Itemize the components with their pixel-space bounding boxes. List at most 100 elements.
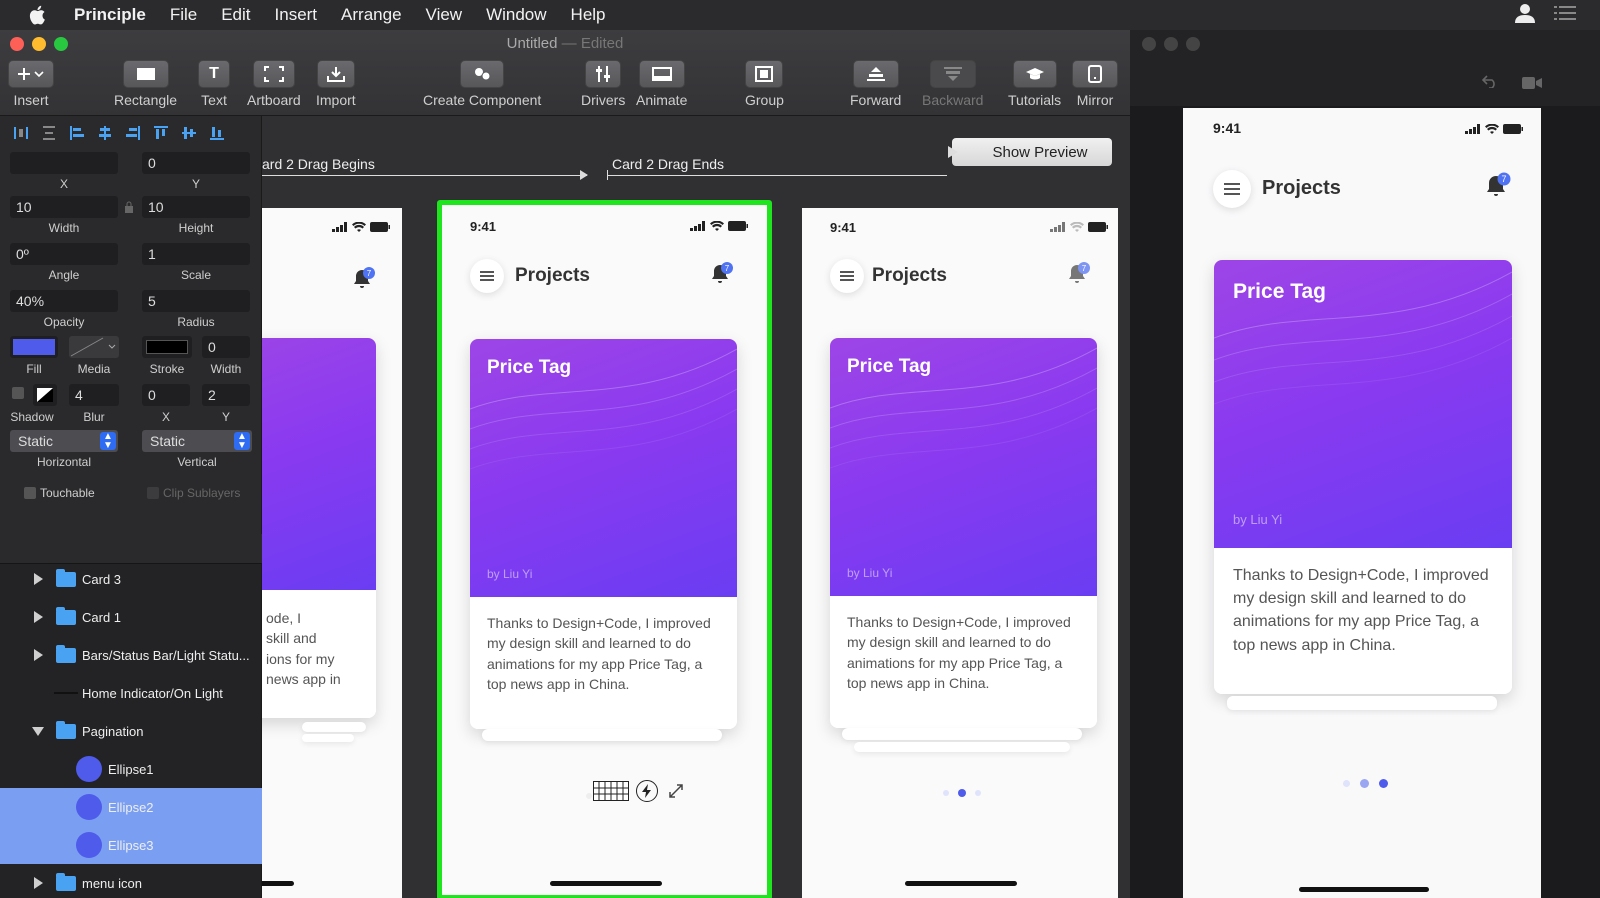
align-top-icon[interactable] <box>150 122 172 144</box>
layer-row-ellipse2[interactable]: Ellipse2 <box>0 788 262 826</box>
align-bottom-icon[interactable] <box>206 122 228 144</box>
scale-field[interactable]: 1 <box>142 243 250 265</box>
disclosure-triangle-icon[interactable] <box>34 877 43 889</box>
trigger-drag-ends[interactable]: Card 2 Drag Ends <box>612 156 724 172</box>
notification-list-icon[interactable] <box>1554 5 1576 26</box>
status-time: 9:41 <box>830 220 857 235</box>
undo-icon[interactable] <box>1481 74 1498 93</box>
menu-help[interactable]: Help <box>559 5 618 25</box>
preview-minimize-button[interactable] <box>1164 37 1178 51</box>
blur-field[interactable]: 4 <box>69 384 119 406</box>
preview-zoom-button[interactable] <box>1186 37 1200 51</box>
align-left-icon[interactable] <box>66 122 88 144</box>
disclosure-triangle-open-icon[interactable] <box>32 726 44 736</box>
stroke-color-swatch[interactable] <box>142 336 192 358</box>
stroke-width-field[interactable]: 0 <box>202 336 250 358</box>
card[interactable]: Price Tag by Liu Yi Thanks to Design+Cod… <box>1214 260 1512 694</box>
bell-icon[interactable]: 7 <box>1483 172 1511 205</box>
insert-button[interactable]: Insert <box>8 60 54 108</box>
tutorials-button[interactable]: Tutorials <box>1008 60 1061 108</box>
trigger-drag-begins[interactable]: ard 2 Drag Begins <box>262 156 375 172</box>
width-field[interactable]: 10 <box>10 196 118 218</box>
text-button[interactable]: T Text <box>198 60 230 108</box>
card[interactable]: Price Tag by Liu Yi Thanks to Design+Cod… <box>470 339 737 729</box>
import-button[interactable]: Import <box>316 60 356 108</box>
disclosure-triangle-icon[interactable] <box>34 649 43 661</box>
align-middle-icon[interactable] <box>178 122 200 144</box>
menu-view[interactable]: View <box>414 5 475 25</box>
disclosure-triangle-icon[interactable] <box>34 611 43 623</box>
svg-text:7: 7 <box>1082 264 1087 273</box>
fill-color-swatch[interactable] <box>10 336 58 358</box>
preview-device[interactable]: 9:41 Projects 7 Price Tag by Liu Yi Than… <box>1183 108 1541 898</box>
radius-field[interactable]: 5 <box>142 290 250 312</box>
canvas[interactable]: 7 ode, I skill and ions for my news app … <box>262 116 1130 898</box>
menu-app-principle[interactable]: Principle <box>62 5 158 25</box>
layer-row-ellipse1[interactable]: Ellipse1 <box>0 750 262 788</box>
align-center-horizontal-icon[interactable] <box>94 122 116 144</box>
menu-window[interactable]: Window <box>474 5 558 25</box>
menu-button[interactable] <box>470 259 504 293</box>
shadow-x-field[interactable]: 0 <box>142 384 190 406</box>
drivers-button[interactable]: Drivers <box>581 60 625 108</box>
menu-button[interactable] <box>830 259 864 293</box>
layer-row-home-indicator[interactable]: Home Indicator/On Light <box>0 674 262 712</box>
lock-icon[interactable] <box>124 200 134 218</box>
height-field[interactable]: 10 <box>142 196 250 218</box>
disclosure-triangle-icon[interactable] <box>34 573 43 585</box>
menu-insert[interactable]: Insert <box>263 5 330 25</box>
grid-icon[interactable] <box>593 781 629 801</box>
angle-field[interactable]: 0º <box>10 243 118 265</box>
card[interactable]: Price Tag by Liu Yi Thanks to Design+Cod… <box>830 338 1097 728</box>
align-right-icon[interactable] <box>122 122 144 144</box>
menu-arrange[interactable]: Arrange <box>329 5 413 25</box>
layer-row-ellipse3[interactable]: Ellipse3 <box>0 826 262 864</box>
distribute-horizontal-icon[interactable] <box>10 122 32 144</box>
menu-file[interactable]: File <box>158 5 209 25</box>
mirror-button[interactable]: Mirror <box>1072 60 1118 108</box>
battery-icon <box>1503 124 1523 134</box>
video-camera-icon[interactable] <box>1522 76 1542 94</box>
y-field[interactable]: 0 <box>142 152 250 174</box>
rectangle-button[interactable]: Rectangle <box>114 60 177 108</box>
artboard-button[interactable]: Artboard <box>247 60 301 108</box>
artboard-card-1[interactable]: 7 ode, I skill and ions for my news app … <box>262 208 402 898</box>
vertical-select[interactable]: Static ▲ ▼ <box>142 430 252 452</box>
x-field[interactable] <box>10 152 118 174</box>
artboard-card-2-selected[interactable]: 9:41 Projects 7 Price Tag by Liu Yi Than… <box>437 200 772 898</box>
preview-close-button[interactable] <box>1142 37 1156 51</box>
menu-edit[interactable]: Edit <box>209 5 262 25</box>
bell-icon[interactable]: 7 <box>708 261 734 292</box>
horizontal-select[interactable]: Static ▲ ▼ <box>10 430 118 452</box>
layer-row-status-bar[interactable]: Bars/Status Bar/Light Statu... <box>0 636 262 674</box>
touchable-checkbox[interactable] <box>24 487 36 499</box>
backward-button[interactable]: Backward <box>922 60 983 108</box>
layer-row-pagination[interactable]: Pagination <box>0 712 262 750</box>
shadow-color-swatch[interactable] <box>33 384 57 406</box>
shadow-checkbox[interactable] <box>12 387 24 399</box>
menu-button[interactable] <box>1213 170 1251 208</box>
card[interactable]: ode, I skill and ions for my news app in <box>262 338 376 718</box>
show-preview-button[interactable]: Show Preview <box>948 138 1112 166</box>
opacity-field[interactable]: 40% <box>10 290 118 312</box>
shadow-y-field[interactable]: 2 <box>202 384 250 406</box>
group-button[interactable]: Group <box>745 60 784 108</box>
create-component-button[interactable]: Create Component <box>423 60 541 108</box>
signal-icon <box>690 221 705 231</box>
media-swatch[interactable] <box>69 336 119 358</box>
animate-button[interactable]: Animate <box>636 60 687 108</box>
resize-icon[interactable] <box>668 783 684 804</box>
lightning-icon[interactable] <box>636 780 658 802</box>
layer-row-menu-icon[interactable]: menu icon <box>0 864 262 898</box>
apple-icon[interactable] <box>26 4 48 26</box>
distribute-vertical-icon[interactable] <box>38 122 60 144</box>
artboard-card-3[interactable]: 9:41 Projects 7 Price Tag by Liu Yi Than… <box>802 208 1118 898</box>
forward-button[interactable]: Forward <box>850 60 901 108</box>
clip-sublayers-checkbox[interactable] <box>147 487 159 499</box>
forward-icon <box>852 60 899 88</box>
bell-icon[interactable]: 7 <box>1065 261 1091 292</box>
layer-row-card-3[interactable]: Card 3 <box>0 560 262 598</box>
layer-row-card-1[interactable]: Card 1 <box>0 598 262 636</box>
user-icon[interactable] <box>1514 3 1536 28</box>
bell-icon[interactable]: 7 <box>350 266 376 297</box>
